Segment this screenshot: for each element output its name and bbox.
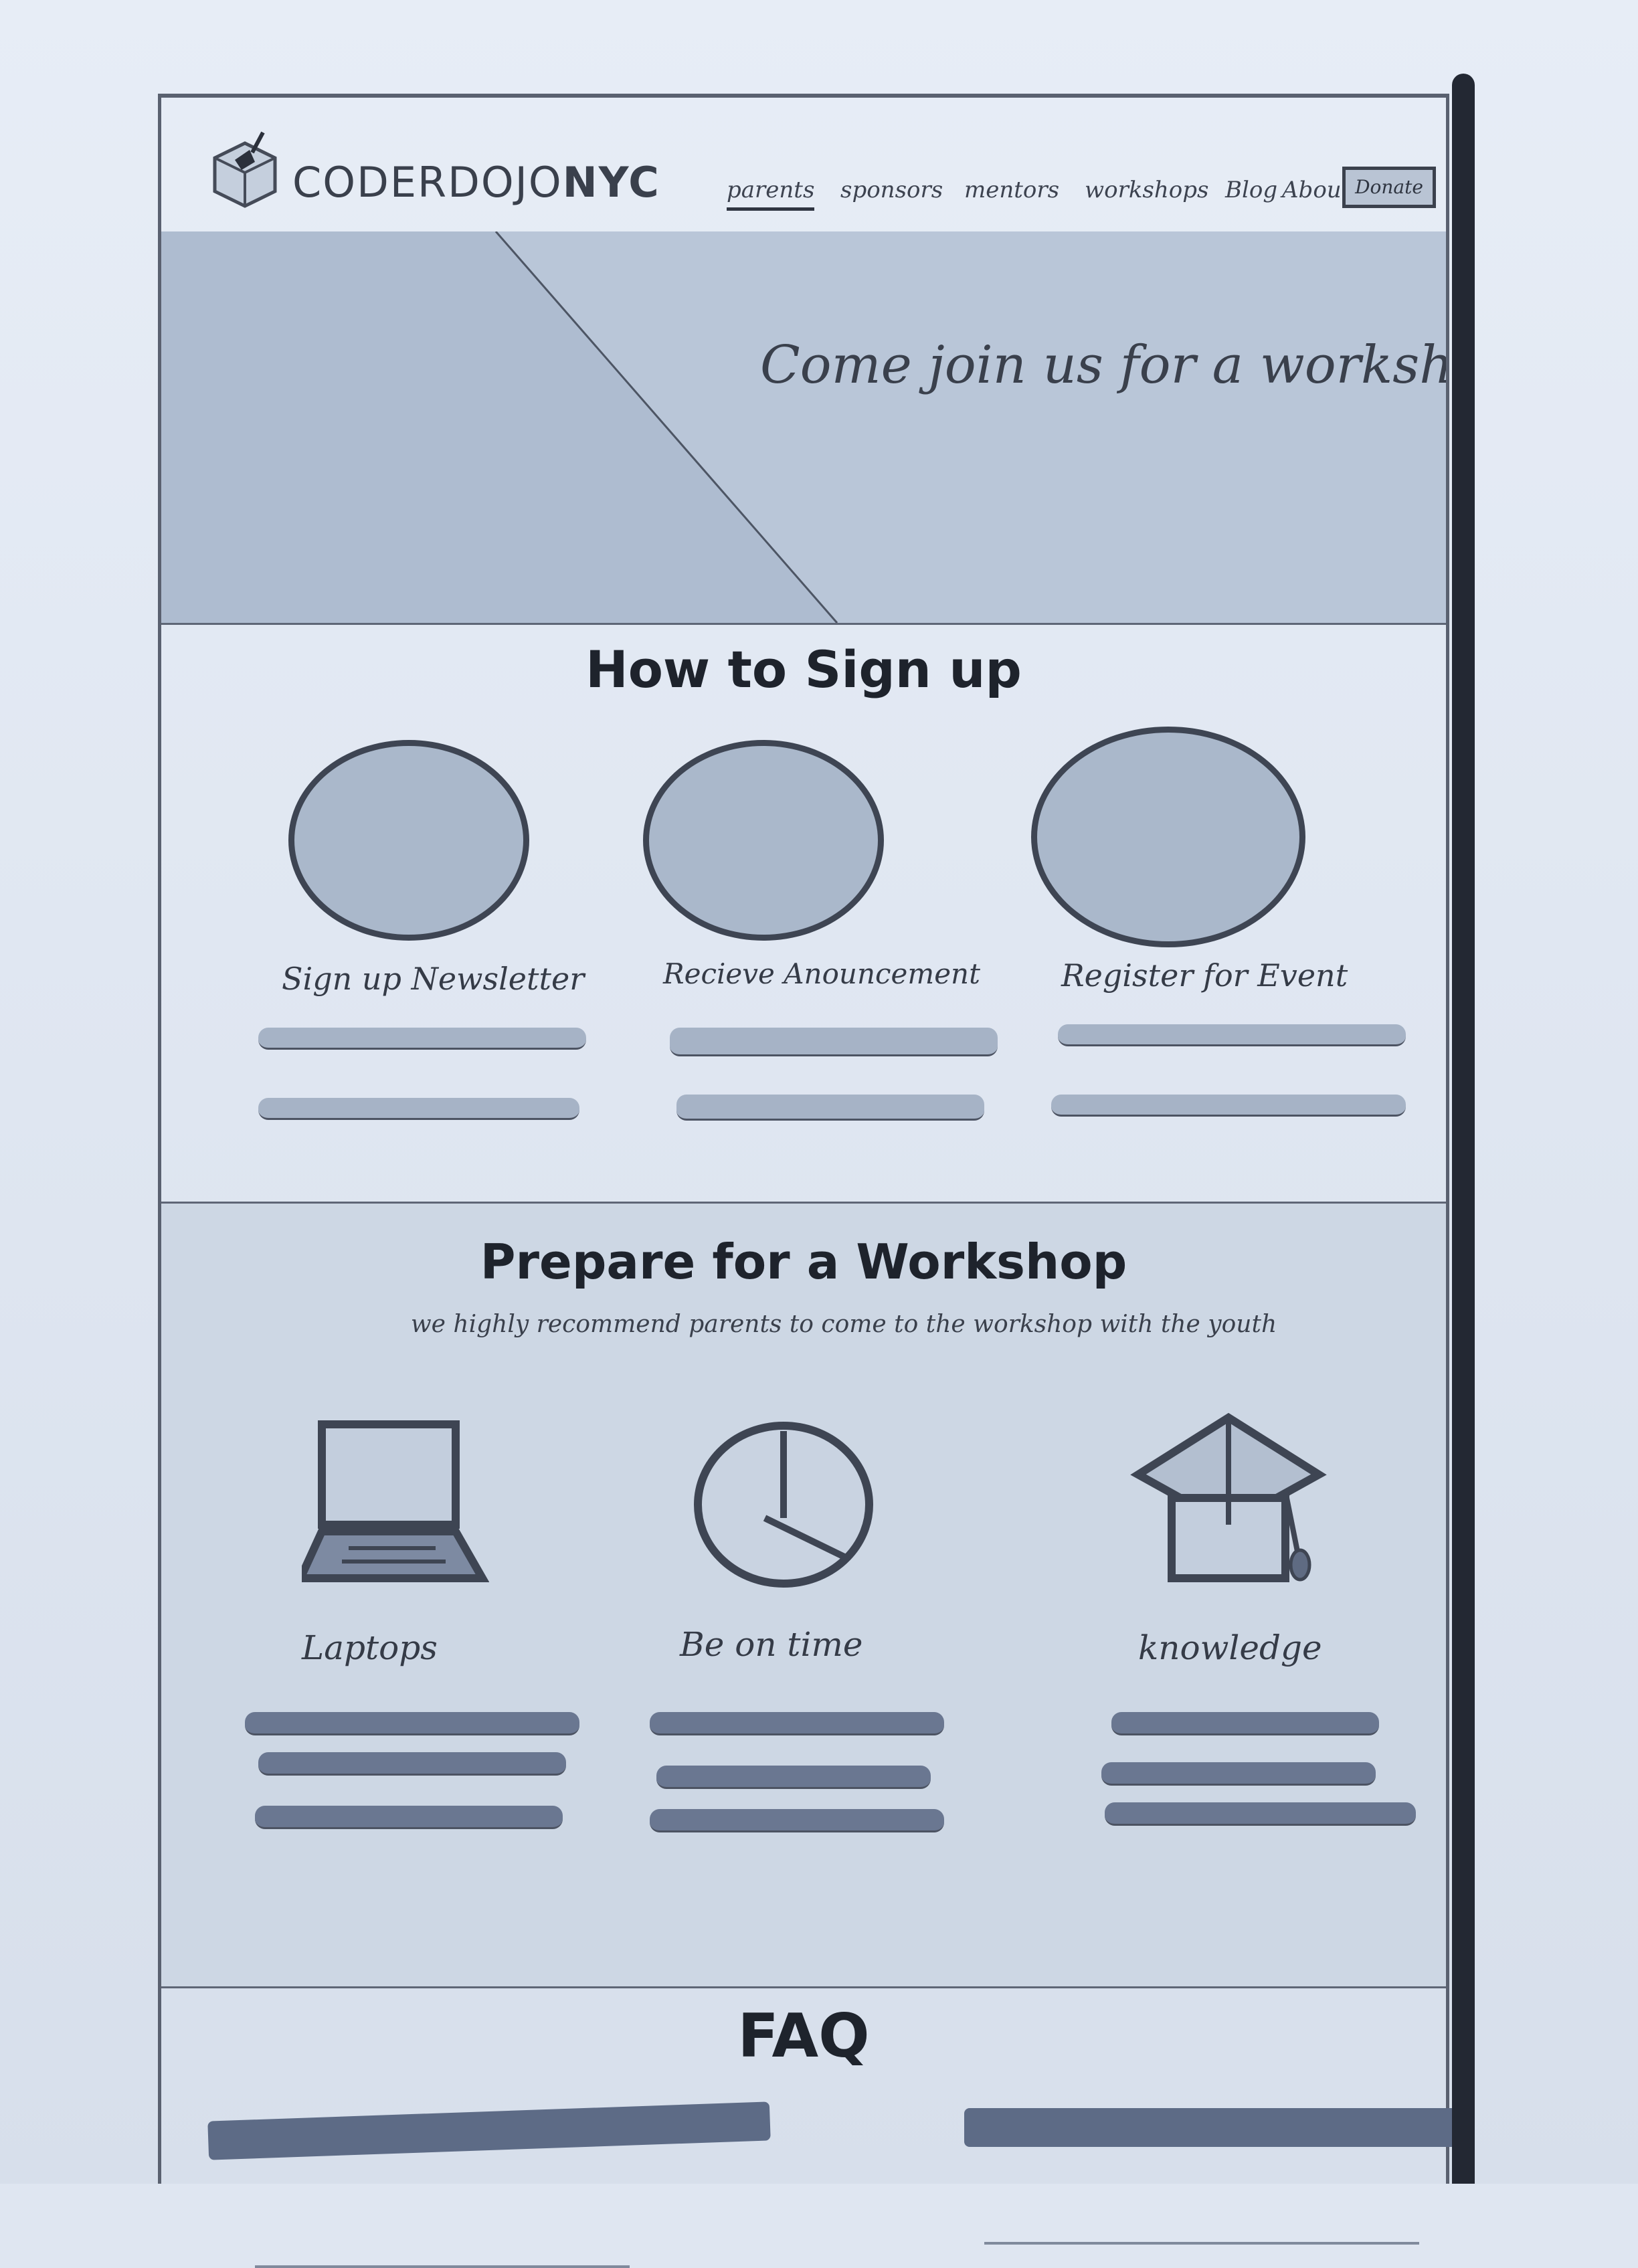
prepare-item-2-text-line (650, 1712, 944, 1735)
prepare-section-title: Prepare for a Workshop (480, 1234, 1127, 1290)
nav-item-sponsors[interactable]: sponsors (840, 177, 943, 203)
nav-item-parents[interactable]: parents (727, 177, 815, 211)
laptop-icon (302, 1420, 489, 1582)
signup-step-3-text-line (1051, 1095, 1406, 1117)
nav-item-blog[interactable]: Blog (1225, 177, 1277, 203)
prepare-item-laptops-label: Laptops (302, 1628, 438, 1667)
prepare-item-on-time-label: Be on time (680, 1625, 863, 1664)
prepare-item-2-text-line (656, 1766, 931, 1789)
faq-question-1[interactable] (207, 2101, 771, 2160)
nav-item-mentors[interactable]: mentors (964, 177, 1059, 203)
page-scrollbar[interactable] (1452, 74, 1475, 2184)
signup-step-1-text-line (258, 1028, 586, 1050)
clock-icon (694, 1422, 873, 1588)
prepare-item-2-text-line (650, 1809, 944, 1832)
faq-answer-line (255, 2265, 630, 2268)
signup-step-2-text-line (676, 1095, 984, 1121)
signup-step-1-text-line (258, 1098, 579, 1120)
faq-section-title: FAQ (737, 2001, 870, 2071)
signup-section-title: How to Sign up (585, 640, 1022, 699)
hero-banner: Come join us for a workshop! (161, 231, 1446, 625)
signup-step-2-text-line (670, 1028, 998, 1056)
graduation-cap-icon (1130, 1412, 1327, 1582)
prepare-item-3-text-line (1101, 1762, 1376, 1786)
logo-text-light: CODERDOJO (292, 158, 563, 207)
signup-step-1-label: Sign up Newsletter (282, 961, 585, 997)
nav-item-about[interactable]: About (1282, 177, 1350, 203)
nav-item-workshops[interactable]: workshops (1085, 177, 1208, 203)
prepare-item-knowledge-label: knowledge (1138, 1628, 1322, 1667)
signup-step-2-image (643, 740, 884, 941)
hero-title: Come join us for a workshop! (760, 335, 1446, 395)
cube-logo-icon (213, 131, 277, 208)
signup-step-2-label: Recieve Anouncement (663, 957, 980, 990)
prepare-item-1-text-line (255, 1806, 563, 1829)
faq-answer-line (984, 2242, 1419, 2245)
logo-text-bold: NYC (562, 158, 660, 207)
site-logo-text[interactable]: CODERDOJONYC (292, 158, 660, 207)
signup-step-3-image (1031, 727, 1305, 947)
donate-button[interactable]: Donate (1342, 167, 1436, 208)
prepare-item-3-text-line (1105, 1802, 1416, 1826)
prepare-item-1-text-line (245, 1712, 579, 1735)
signup-step-1-image (288, 740, 529, 941)
prepare-subtitle: we highly recommend parents to come to t… (410, 1311, 1277, 1338)
prepare-section: Prepare for a Workshop we highly recomme… (161, 1202, 1446, 1988)
browser-frame: CODERDOJONYC parents sponsors mentors wo… (158, 94, 1459, 2268)
signup-step-3-text-line (1058, 1024, 1406, 1046)
prepare-item-1-text-line (258, 1752, 566, 1776)
faq-question-2[interactable] (964, 2108, 1459, 2147)
prepare-item-3-text-line (1111, 1712, 1379, 1735)
site-header: CODERDOJONYC parents sponsors mentors wo… (161, 98, 1446, 233)
signup-step-3-label: Register for Event (1061, 957, 1348, 994)
hero-image-placeholder (161, 231, 838, 623)
